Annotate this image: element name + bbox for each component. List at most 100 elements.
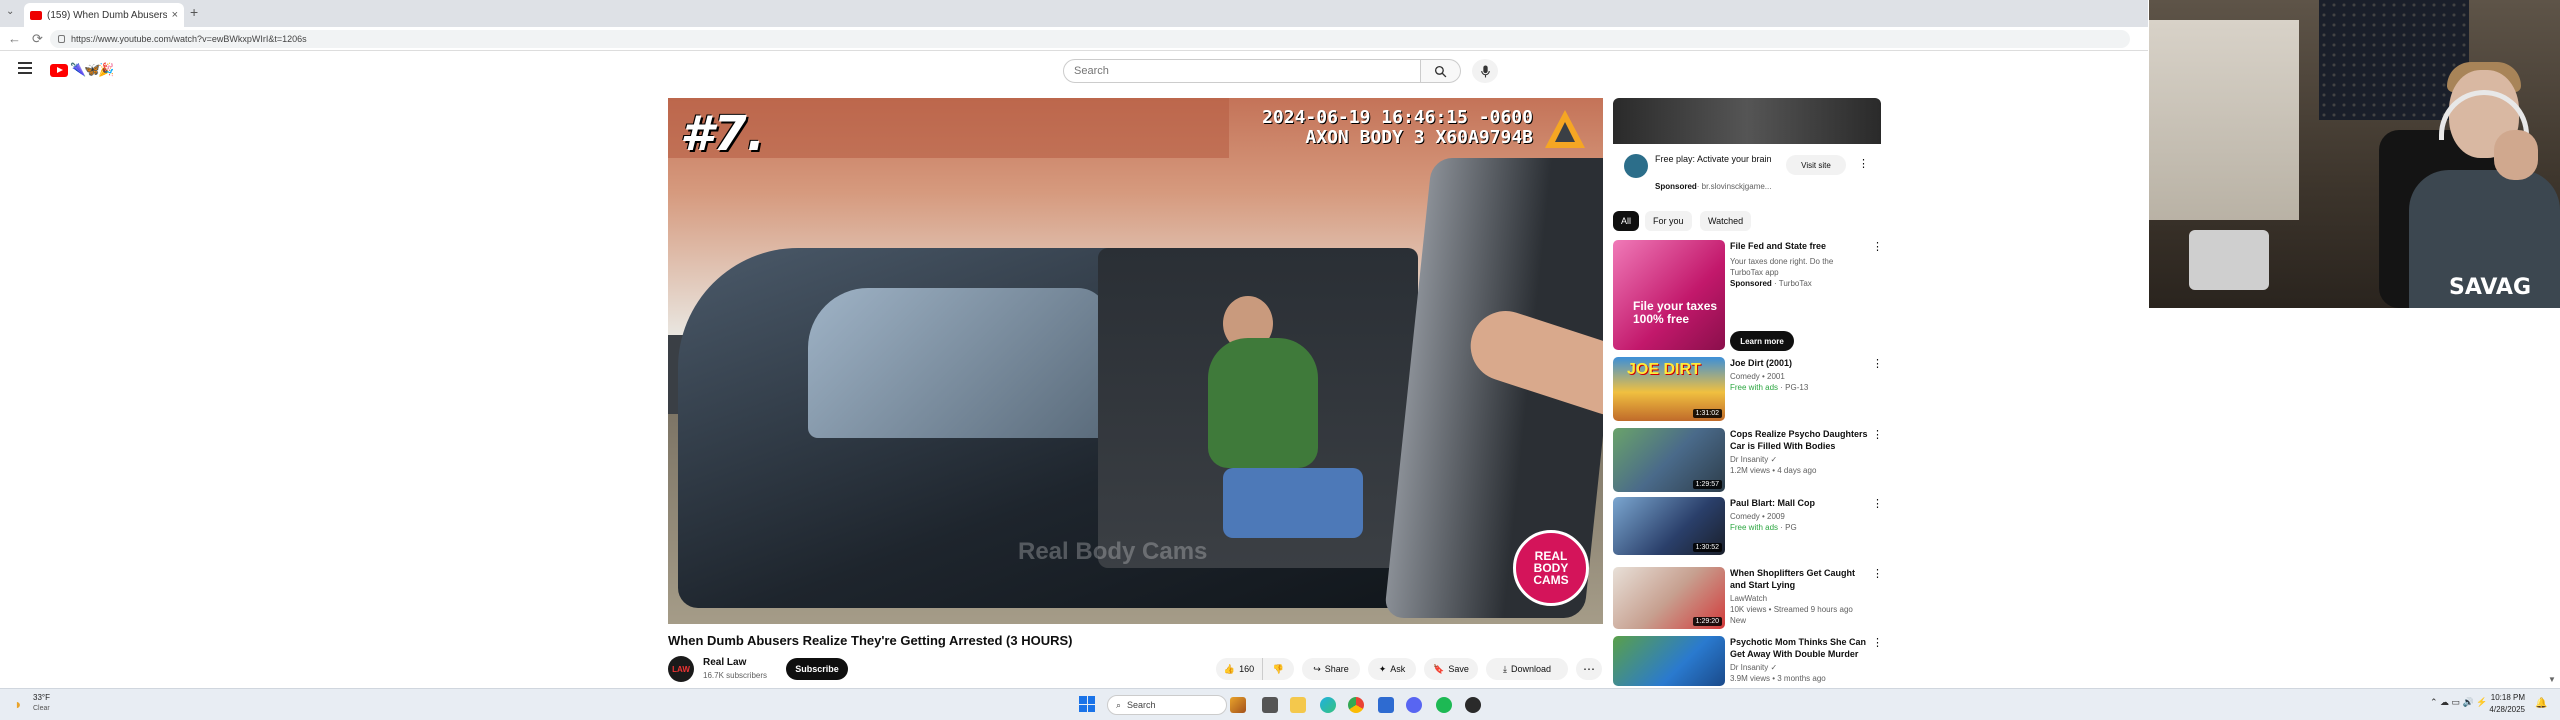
scroll-down-arrow-icon[interactable]: ▼ xyxy=(2548,675,2556,684)
clock-date[interactable]: 4/28/2025 xyxy=(2465,705,2525,714)
share-icon: ↪ xyxy=(1313,663,1321,674)
clock-time[interactable]: 10:18 PM xyxy=(2465,693,2525,702)
rec-title[interactable]: Paul Blart: Mall Cop xyxy=(1730,497,1870,509)
page-scrollbar[interactable] xyxy=(2548,51,2558,687)
edge-browser-icon[interactable] xyxy=(1320,697,1336,713)
tab-close-icon[interactable]: × xyxy=(172,9,178,21)
lock-icon xyxy=(58,35,65,43)
taskbar-search[interactable]: ⌕ Search xyxy=(1107,695,1227,715)
rec-channel[interactable]: Dr Insanity ✓ xyxy=(1730,454,1777,465)
video-thumbnail[interactable]: 1:29:20 xyxy=(1613,567,1725,629)
back-arrow-icon[interactable]: ← xyxy=(8,31,21,46)
obs-icon[interactable] xyxy=(1465,697,1481,713)
microsoft-store-icon[interactable] xyxy=(1378,697,1394,713)
rec-views: 10K views • Streamed 9 hours ago xyxy=(1730,605,1853,614)
ask-button[interactable]: ✦ Ask xyxy=(1368,658,1416,680)
subscriber-count: 16.7K subscribers xyxy=(703,671,768,680)
visit-site-button[interactable]: Visit site xyxy=(1786,155,1846,175)
recommended-video-joe-dirt[interactable]: JOE DIRT 1:31:02 Joe Dirt (2001) Comedy … xyxy=(1613,357,1883,423)
thumbnail-text: JOE DIRT xyxy=(1627,361,1701,378)
video-thumbnail[interactable] xyxy=(1613,636,1725,686)
like-button[interactable]: 👍 160 xyxy=(1216,658,1262,680)
youtube-logo[interactable] xyxy=(50,64,68,77)
more-actions-button[interactable]: ⋯ xyxy=(1576,658,1602,680)
recommended-video-turbotax-ad[interactable]: File your taxes 100% free File Fed and S… xyxy=(1613,240,1883,352)
spotify-icon[interactable] xyxy=(1436,697,1452,713)
ad-advertiser-icon[interactable] xyxy=(1624,154,1648,178)
ad-banner-image[interactable] xyxy=(1613,98,1881,144)
notification-bell-icon[interactable]: 🔔 xyxy=(2535,698,2547,709)
ask-label: Ask xyxy=(1390,664,1406,674)
thumbs-down-icon: 👎 xyxy=(1272,663,1285,674)
rec-title[interactable]: Psychotic Mom Thinks She Can Get Away Wi… xyxy=(1730,636,1870,660)
bodycam-timestamp: 2024-06-19 16:46:15 -0600 AXON BODY 3 X6… xyxy=(1262,108,1533,148)
rec-channel[interactable]: LawWatch xyxy=(1730,593,1767,604)
recommended-video-paul-blart[interactable]: 1:30:52 Paul Blart: Mall Cop Comedy • 20… xyxy=(1613,497,1883,555)
share-button[interactable]: ↪ Share xyxy=(1302,658,1360,680)
learn-more-button[interactable]: Learn more xyxy=(1730,331,1794,351)
rec-channel[interactable]: Dr Insanity ✓ xyxy=(1730,662,1777,673)
rec-views: 3.9M views • 3 months ago xyxy=(1730,674,1826,683)
rec-title[interactable]: When Shoplifters Get Caught and Start Ly… xyxy=(1730,567,1870,591)
tab-list-button[interactable]: ⌄ xyxy=(6,6,14,17)
video-thumbnail[interactable]: 1:30:52 xyxy=(1613,497,1725,555)
rec-title[interactable]: File Fed and State free xyxy=(1730,240,1870,252)
bookmark-icon: 🔖 xyxy=(1433,663,1445,674)
new-badge: New xyxy=(1730,616,1747,625)
voice-search-button[interactable] xyxy=(1472,59,1498,83)
download-button[interactable]: ⤓ Download xyxy=(1486,658,1568,680)
save-button[interactable]: 🔖 Save xyxy=(1424,658,1478,680)
video-player[interactable]: #7. 2024-06-19 16:46:15 -0600 AXON BODY … xyxy=(668,98,1603,624)
url-field[interactable]: https://www.youtube.com/watch?v=ewBWkxpW… xyxy=(50,30,2130,48)
browser-tab-youtube[interactable]: (159) When Dumb Abusers × xyxy=(24,3,184,27)
dislike-button[interactable]: 👎 xyxy=(1262,658,1294,680)
recommended-video-psychotic-mom[interactable]: Psychotic Mom Thinks She Can Get Away Wi… xyxy=(1613,636,1883,686)
ad-more-options-icon[interactable]: ⋮ xyxy=(1858,157,1869,170)
rec-description-2: TurboTax app xyxy=(1730,268,1779,277)
chip-watched[interactable]: Watched xyxy=(1700,211,1752,231)
ad-title[interactable]: Free play: Activate your brain xyxy=(1655,153,1785,165)
rec-title[interactable]: Joe Dirt (2001) xyxy=(1730,357,1870,369)
chip-all[interactable]: All xyxy=(1613,211,1640,231)
video-thumbnail[interactable]: JOE DIRT 1:31:02 xyxy=(1613,357,1725,421)
weather-condition[interactable]: Clear xyxy=(33,705,50,712)
subscribe-button[interactable]: Subscribe xyxy=(786,658,848,680)
recommended-video-shoplifters[interactable]: 1:29:20 When Shoplifters Get Caught and … xyxy=(1613,567,1883,629)
url-text: https://www.youtube.com/watch?v=ewBWkxpW… xyxy=(71,34,307,44)
copilot-icon[interactable] xyxy=(1230,697,1246,713)
video-duration: 1:29:57 xyxy=(1692,480,1722,489)
discord-icon[interactable] xyxy=(1406,697,1422,713)
reload-icon[interactable]: ⟳ xyxy=(32,31,43,47)
weather-icon[interactable]: ◗ xyxy=(14,696,22,712)
hamburger-menu-icon[interactable] xyxy=(18,62,32,77)
weather-temperature[interactable]: 33°F xyxy=(33,693,50,702)
rec-more-options-icon[interactable]: ⋮ xyxy=(1872,240,1883,253)
chip-for-you[interactable]: For you xyxy=(1645,211,1692,231)
search-button[interactable] xyxy=(1421,59,1461,83)
rec-more-options-icon[interactable]: ⋮ xyxy=(1872,567,1883,580)
video-thumbnail[interactable]: 1:29:57 xyxy=(1613,428,1725,492)
rec-more-options-icon[interactable]: ⋮ xyxy=(1872,428,1883,441)
video-thumbnail[interactable]: File your taxes 100% free xyxy=(1613,240,1725,350)
file-explorer-icon[interactable] xyxy=(1290,697,1306,713)
episode-number: #7. xyxy=(680,106,766,162)
microphone-icon xyxy=(1480,65,1490,77)
rec-advertiser: · TurboTax xyxy=(1771,279,1812,288)
windows-start-button[interactable] xyxy=(1079,696,1095,712)
channel-name[interactable]: Real Law xyxy=(703,657,746,668)
rec-rating: Free with ads · PG-13 xyxy=(1730,382,1808,393)
channel-avatar[interactable]: LAW xyxy=(668,656,694,682)
new-tab-button[interactable]: + xyxy=(190,4,198,20)
search-input[interactable] xyxy=(1063,59,1421,83)
rec-title[interactable]: Cops Realize Psycho Daughters Car is Fil… xyxy=(1730,428,1870,452)
ad-meta: Sponsored· br.slovinsckjgame... xyxy=(1655,182,1771,191)
rec-more-options-icon[interactable]: ⋮ xyxy=(1872,357,1883,370)
task-view-icon[interactable] xyxy=(1262,697,1278,713)
chrome-browser-icon[interactable] xyxy=(1348,697,1364,713)
rec-views: 1.2M views • 4 days ago xyxy=(1730,466,1817,475)
save-label: Save xyxy=(1448,664,1469,674)
rec-more-options-icon[interactable]: ⋮ xyxy=(1872,636,1883,649)
rec-more-options-icon[interactable]: ⋮ xyxy=(1872,497,1883,510)
recommended-video-psycho-daughters[interactable]: 1:29:57 Cops Realize Psycho Daughters Ca… xyxy=(1613,428,1883,494)
youtube-doodle[interactable]: 🌂🦋🎉 xyxy=(70,62,115,78)
